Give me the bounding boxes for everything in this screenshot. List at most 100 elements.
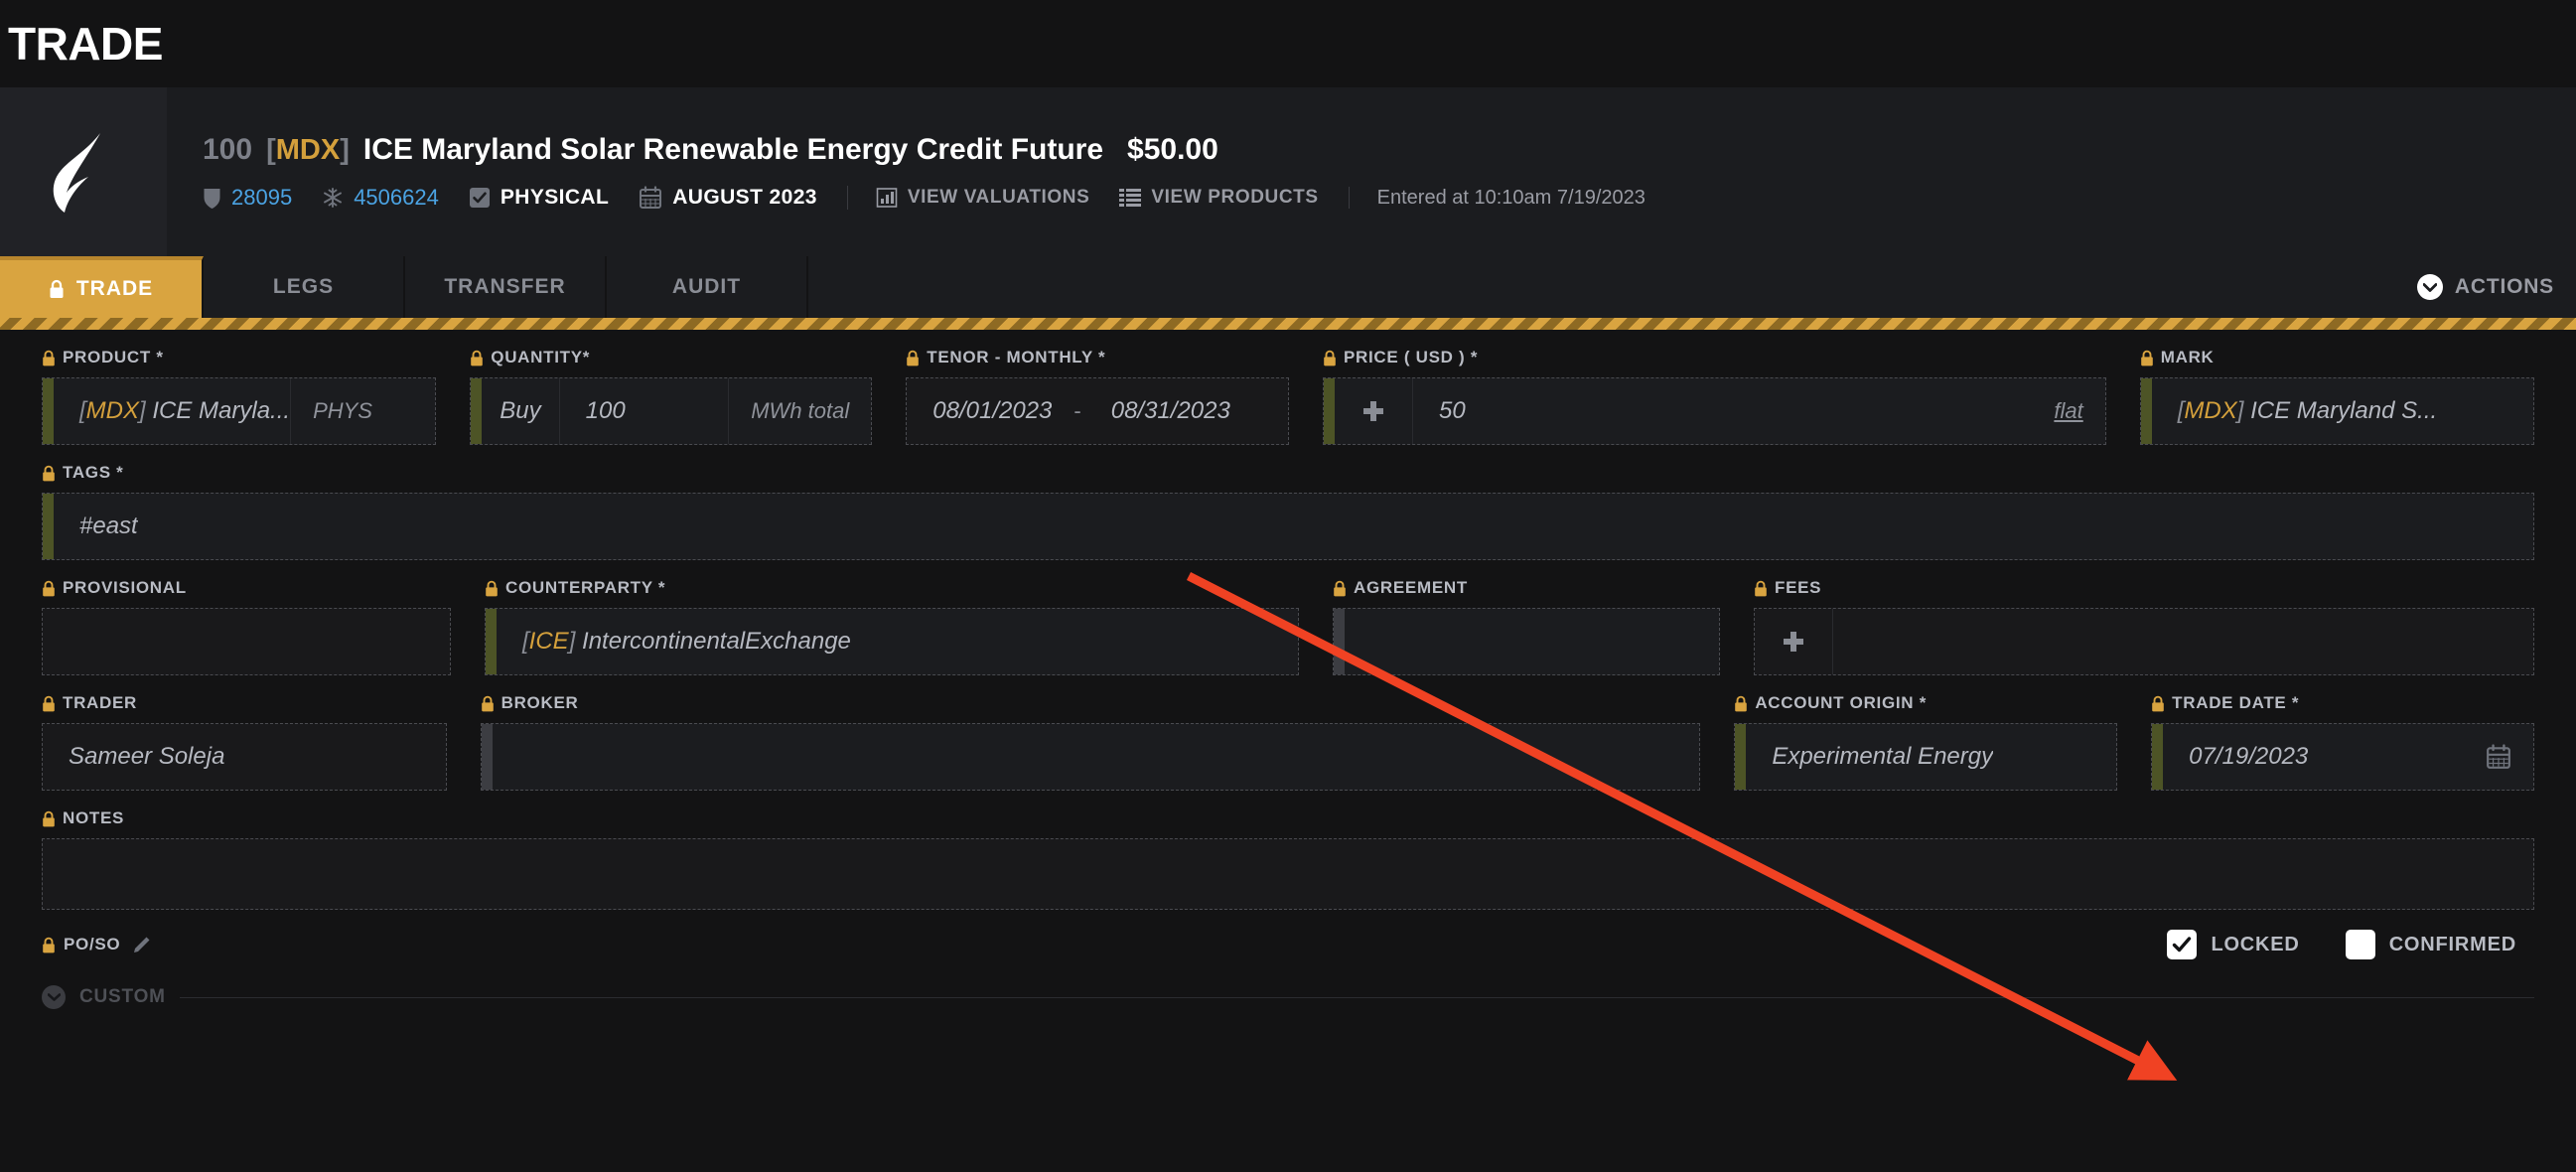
header-symbol: MDX — [276, 134, 340, 166]
view-valuations-label: VIEW VALUATIONS — [908, 187, 1090, 209]
tenor-label-group: TENOR - MONTHLY * — [906, 348, 1289, 367]
lock-icon — [1734, 695, 1748, 712]
tenor-input[interactable]: 08/01/2023 - 08/31/2023 — [906, 377, 1289, 445]
tags-value: #east — [54, 513, 138, 540]
confirmed-label: CONFIRMED — [2389, 934, 2516, 956]
broker-label: BROKER — [501, 693, 579, 713]
account-origin-value: Experimental Energy — [1746, 743, 1993, 771]
trade-header-band: 100 [MDX] ICE Maryland Solar Renewable E… — [0, 87, 2576, 256]
field-mark: MARK [MDX] ICE Maryland S... — [2140, 348, 2534, 445]
product-label-group: PRODUCT * — [42, 348, 436, 367]
counterparty-input[interactable]: [ICE] IntercontinentalExchange — [485, 608, 1299, 675]
page-title-bar: TRADE — [0, 0, 2576, 87]
settlement-type: PHYSICAL — [501, 186, 609, 210]
notes-input[interactable] — [42, 838, 2534, 910]
chevron-down-icon — [42, 985, 66, 1009]
lock-icon — [42, 810, 56, 827]
trader-label-group: TRADER — [42, 693, 447, 713]
trade-meta-line: 28095 4506624 — [203, 185, 2576, 211]
quantity-value: 100 — [560, 397, 729, 425]
custom-section-header[interactable]: CUSTOM — [42, 985, 2534, 1009]
trade-id: 28095 — [231, 185, 292, 211]
view-products-link[interactable]: VIEW PRODUCTS — [1119, 187, 1349, 209]
field-provisional: PROVISIONAL — [42, 578, 451, 675]
period-group: AUGUST 2023 — [639, 186, 848, 210]
custom-label: CUSTOM — [79, 986, 166, 1008]
tab-audit[interactable]: AUDIT — [607, 256, 808, 318]
price-input[interactable]: 50 flat — [1323, 377, 2106, 445]
broker-label-group: BROKER — [481, 693, 1701, 713]
mark-value: [MDX] ICE Maryland S... — [2152, 397, 2437, 425]
fees-input[interactable] — [1754, 608, 2534, 675]
add-fee-icon[interactable] — [1781, 629, 1806, 655]
notes-label: NOTES — [63, 808, 124, 828]
confirmed-checkbox[interactable] — [2346, 930, 2375, 959]
mark-name-value: ICE Maryland S... — [2250, 397, 2437, 424]
tenor-label: TENOR - MONTHLY * — [927, 348, 1105, 367]
mark-label-group: MARK — [2140, 348, 2534, 367]
tenor-separator: - — [1052, 398, 1084, 424]
tab-transfer[interactable]: TRANSFER — [405, 256, 607, 318]
trade-date-value: 07/19/2023 — [2163, 743, 2486, 771]
quantity-label-group: QUANTITY* — [470, 348, 872, 367]
trader-value: Sameer Soleja — [43, 743, 224, 771]
trader-input[interactable]: Sameer Soleja — [42, 723, 447, 791]
field-account-origin: ACCOUNT ORIGIN * Experimental Energy — [1734, 693, 2117, 791]
checkbox-checked-icon — [469, 187, 491, 209]
trade-summary-line: 100 [MDX] ICE Maryland Solar Renewable E… — [203, 133, 2576, 167]
account-origin-accent-bar — [1735, 724, 1746, 790]
product-accent-bar — [43, 378, 54, 444]
actions-button[interactable]: ACTIONS — [2417, 274, 2554, 300]
page-title: TRADE — [8, 17, 163, 71]
notes-label-group: NOTES — [42, 808, 2534, 828]
quantity-accent-bar — [471, 378, 482, 444]
broker-input[interactable] — [481, 723, 1701, 791]
mark-input[interactable]: [MDX] ICE Maryland S... — [2140, 377, 2534, 445]
tab-trade[interactable]: TRADE — [0, 256, 204, 318]
fees-divider — [1832, 609, 1833, 674]
price-label: PRICE ( USD ) * — [1344, 348, 1478, 367]
header-symbol-group: [MDX] — [266, 134, 350, 167]
product-input[interactable]: [MDX] ICE Maryla... PHYS — [42, 377, 436, 445]
tab-transfer-label: TRANSFER — [444, 275, 565, 299]
price-value: 50 — [1413, 397, 2032, 425]
trade-date-input[interactable]: 07/19/2023 — [2151, 723, 2534, 791]
pencil-edit-icon[interactable] — [132, 936, 151, 954]
provisional-input[interactable] — [42, 608, 451, 675]
bracket-close: ] — [340, 134, 350, 166]
provisional-label: PROVISIONAL — [63, 578, 187, 598]
trade-date-accent-bar — [2152, 724, 2163, 790]
agreement-input[interactable] — [1333, 608, 1720, 675]
price-suffix[interactable]: flat — [2032, 398, 2104, 424]
settlement-group: PHYSICAL — [469, 186, 639, 210]
tab-legs[interactable]: LEGS — [204, 256, 405, 318]
quantity-input[interactable]: Buy 100 MWh total — [470, 377, 872, 445]
tags-label-group: TAGS * — [42, 463, 2534, 483]
counterparty-label: COUNTERPARTY * — [505, 578, 665, 598]
field-notes: NOTES — [42, 808, 2534, 910]
chevron-down-icon — [2417, 274, 2443, 300]
header-product-name: ICE Maryland Solar Renewable Energy Cred… — [363, 133, 1103, 167]
product-kind: PHYS — [291, 398, 394, 424]
actions-label: ACTIONS — [2455, 275, 2554, 299]
field-tenor: TENOR - MONTHLY * 08/01/2023 - 08/31/202… — [906, 348, 1289, 445]
trade-id-group[interactable]: 28095 — [203, 185, 322, 211]
snowflake-icon — [322, 187, 344, 209]
view-valuations-link[interactable]: VIEW VALUATIONS — [876, 187, 1120, 209]
confirmed-checkbox-group[interactable]: CONFIRMED — [2346, 930, 2516, 959]
external-id-group[interactable]: 4506624 — [322, 185, 469, 211]
tab-trade-label: TRADE — [76, 277, 153, 301]
field-quantity: QUANTITY* Buy 100 MWh total — [470, 348, 872, 445]
locked-checkbox[interactable] — [2167, 930, 2197, 959]
bar-chart-icon — [876, 187, 898, 209]
check-icon — [2171, 934, 2193, 955]
add-price-component-icon[interactable] — [1360, 398, 1386, 424]
locked-checkbox-group[interactable]: LOCKED — [2167, 930, 2299, 959]
tags-input[interactable]: #east — [42, 493, 2534, 560]
account-origin-input[interactable]: Experimental Energy — [1734, 723, 2117, 791]
tenor-end-date: 08/31/2023 — [1085, 397, 1230, 425]
calendar-picker-icon[interactable] — [2486, 744, 2511, 770]
mark-accent-bar — [2141, 378, 2152, 444]
fees-label-group: FEES — [1754, 578, 2534, 598]
field-agreement: AGREEMENT — [1333, 578, 1720, 675]
